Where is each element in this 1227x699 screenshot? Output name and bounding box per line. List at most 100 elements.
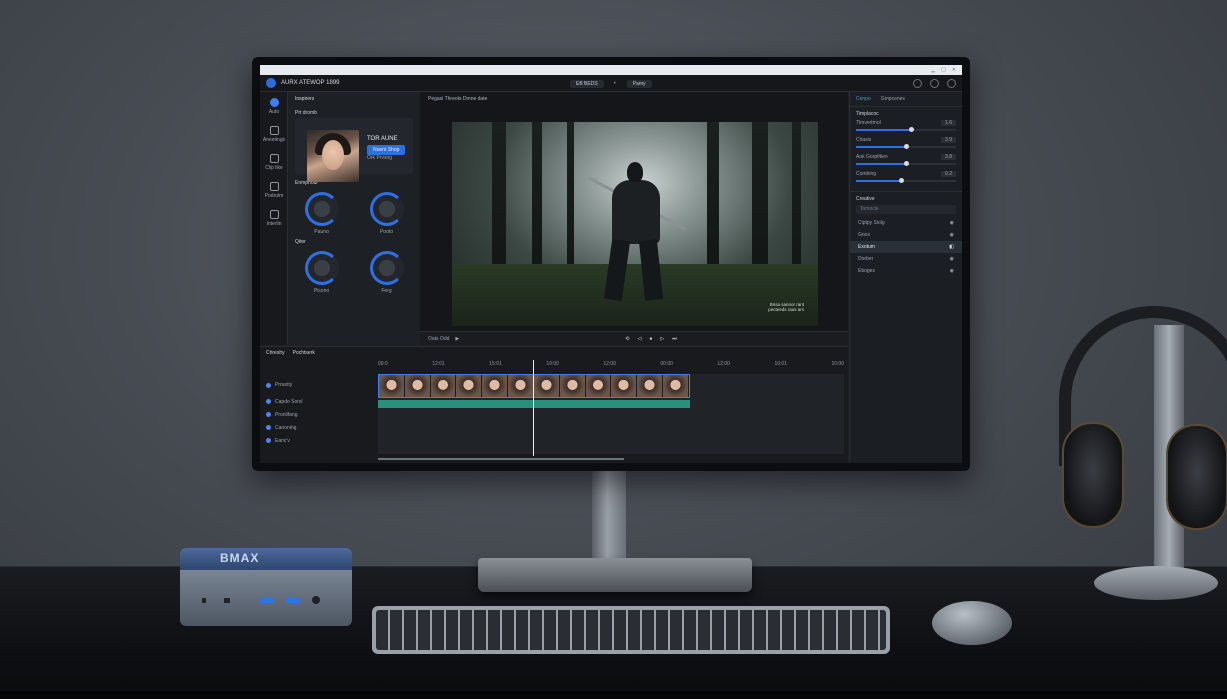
visibility-icon[interactable]: ◉ (950, 256, 954, 262)
track-header[interactable]: Pronlifang (260, 408, 376, 421)
nav-item-label: Clip like (265, 164, 283, 171)
notification-icon[interactable] (930, 78, 939, 88)
slider-track[interactable] (856, 127, 956, 132)
timeline-tab-1[interactable]: Chreshy (266, 350, 285, 356)
slider-thumb[interactable] (899, 178, 904, 183)
end-icon[interactable]: ⏭ (672, 336, 677, 342)
play-icon[interactable]: ● (649, 336, 652, 342)
timeline-ruler[interactable]: 00:0 12:01 15:01 10:00 12:00 00:00 12:00 10:01 1… (378, 361, 844, 371)
clip-thumbnail (508, 375, 534, 397)
layer-label: Eboges (858, 268, 875, 274)
audio-clip[interactable] (378, 400, 690, 408)
track-header[interactable]: Eanc'v (260, 434, 376, 447)
slider-value[interactable]: 3.9 (941, 137, 956, 143)
slider-track[interactable] (856, 144, 956, 149)
headphone-cup-left (1062, 422, 1124, 528)
visibility-icon[interactable]: ◉ (950, 232, 954, 238)
media-icon (269, 97, 279, 107)
slider-value[interactable]: 0.2 (941, 171, 956, 177)
card-subtext: Ork Prvsng (367, 155, 393, 161)
layer-label: Exotum (858, 244, 875, 250)
toggle-icon[interactable]: ◧ (949, 244, 954, 250)
play-small-icon[interactable]: ▶ (455, 336, 459, 342)
track-header[interactable]: Prourity (260, 375, 376, 395)
transport-controls: ⟲ ◁ ● ▷ ⏭ (625, 336, 676, 342)
slider-1[interactable]: Tlmvertmol 1.6 (850, 117, 962, 134)
app-logo-icon[interactable] (266, 78, 276, 88)
layer-row[interactable]: Gnos ◉ (850, 229, 962, 241)
layer-row[interactable]: Eboges ◉ (850, 265, 962, 277)
properties-panel: Cenpo Gmpcenes Timplacoc Tlmvertmol 1.6 C… (849, 92, 962, 463)
clip-thumbnail (404, 375, 431, 397)
tab-cenpo[interactable]: Cenpo (856, 96, 871, 102)
layer-row-selected[interactable]: Exotum ◧ (850, 241, 962, 253)
slider-value[interactable]: 1.6 (941, 120, 956, 126)
sync-icon[interactable]: ◐ (614, 80, 617, 88)
layers-search-input[interactable]: Tomocle (856, 205, 956, 214)
playhead[interactable] (533, 360, 534, 456)
knob-4[interactable]: Ferg (369, 251, 404, 294)
slider-track[interactable] (856, 178, 956, 183)
visibility-icon[interactable]: ◉ (950, 268, 954, 274)
power-button-icon (312, 596, 320, 604)
layer-row[interactable]: Ciptpy Siolg ◉ (850, 217, 962, 229)
dial-icon (369, 251, 404, 285)
close-icon[interactable]: ✕ (952, 67, 956, 73)
card-primary-button[interactable]: Nuent Shop (367, 145, 406, 155)
ruler-tick: 12:00 (603, 361, 616, 367)
overlay-line-2: pecteeds raus ars (768, 307, 804, 312)
slider-track[interactable] (856, 161, 956, 166)
track-header[interactable]: Capde Sorsl (260, 395, 376, 408)
nav-item-aneetings[interactable]: Aneetings (260, 120, 288, 148)
visibility-icon[interactable]: ◉ (950, 220, 954, 226)
app-toolbar: AURX ATEWOP 1899 EB BEDS ◐ Pamy (260, 75, 962, 92)
slider-3[interactable]: Auk Gorptltien 3.8 (850, 151, 962, 168)
character-card[interactable]: TOR AUNE Nuent Shop Ork Prvsng (295, 118, 413, 182)
audio-port (202, 598, 206, 603)
prev-icon[interactable]: ◁ (637, 336, 641, 342)
minimize-icon[interactable]: ▁ (931, 67, 935, 73)
knob-1[interactable]: Pauno (304, 192, 339, 235)
ruler-tick: 10:00 (831, 361, 844, 367)
nav-item-interlin[interactable]: Interlin (260, 204, 288, 232)
transport-bar: Oats Odd ▶ ⟲ ◁ ● ▷ ⏭ (420, 331, 848, 345)
tab-gmpcenes[interactable]: Gmpcenes (881, 96, 905, 102)
slider-label: Chasis (856, 137, 872, 143)
grid-icon (269, 125, 279, 135)
nav-item-clip-like[interactable]: Clip like (260, 148, 288, 176)
avatar-face (322, 140, 344, 170)
timeline-scrollbar[interactable] (378, 458, 624, 460)
nav-item-auto[interactable]: Auto (260, 92, 288, 120)
keys (376, 610, 886, 650)
desk-edge (0, 691, 1227, 699)
video-frame[interactable]: Bnsa sannor rant pecteeds raus ars (452, 122, 818, 326)
nav-item-podroim[interactable]: Podroim (260, 176, 288, 204)
knob-2[interactable]: Pooto (369, 192, 404, 235)
help-icon[interactable] (913, 78, 922, 88)
next-icon[interactable]: ▷ (660, 336, 664, 342)
knob-3[interactable]: Pisono (304, 251, 339, 294)
slider-2[interactable]: Chasis 3.9 (850, 134, 962, 151)
slider-thumb[interactable] (904, 144, 909, 149)
center-tab-2[interactable]: Pamy (626, 80, 652, 88)
app-right-icons (913, 78, 956, 88)
warrior-leg (603, 239, 631, 301)
clip-thumbnail (585, 375, 612, 397)
slider-4[interactable]: Combing 0.2 (850, 168, 962, 185)
video-clip[interactable] (378, 374, 690, 398)
loop-icon[interactable]: ⟲ (625, 336, 629, 342)
maximize-icon[interactable]: ▢ (941, 67, 946, 73)
slider-value[interactable]: 3.8 (941, 154, 956, 160)
character-info: TOR AUNE Nuent Shop Ork Prvsng (367, 136, 406, 161)
track-label: Eanc'v (275, 437, 290, 444)
track-header[interactable]: Canoning (260, 421, 376, 434)
slider-thumb[interactable] (904, 161, 909, 166)
monitor-stand-base (478, 558, 752, 592)
timeline-tab-2[interactable]: Pochtserk (293, 350, 315, 356)
center-tab-1[interactable]: EB BEDS (570, 80, 604, 88)
layer-row[interactable]: Dorber ◉ (850, 253, 962, 265)
timeline-clips[interactable] (378, 360, 844, 460)
slider-thumb[interactable] (909, 127, 914, 132)
clip-thumbnail (533, 375, 560, 397)
account-icon[interactable] (947, 78, 956, 88)
